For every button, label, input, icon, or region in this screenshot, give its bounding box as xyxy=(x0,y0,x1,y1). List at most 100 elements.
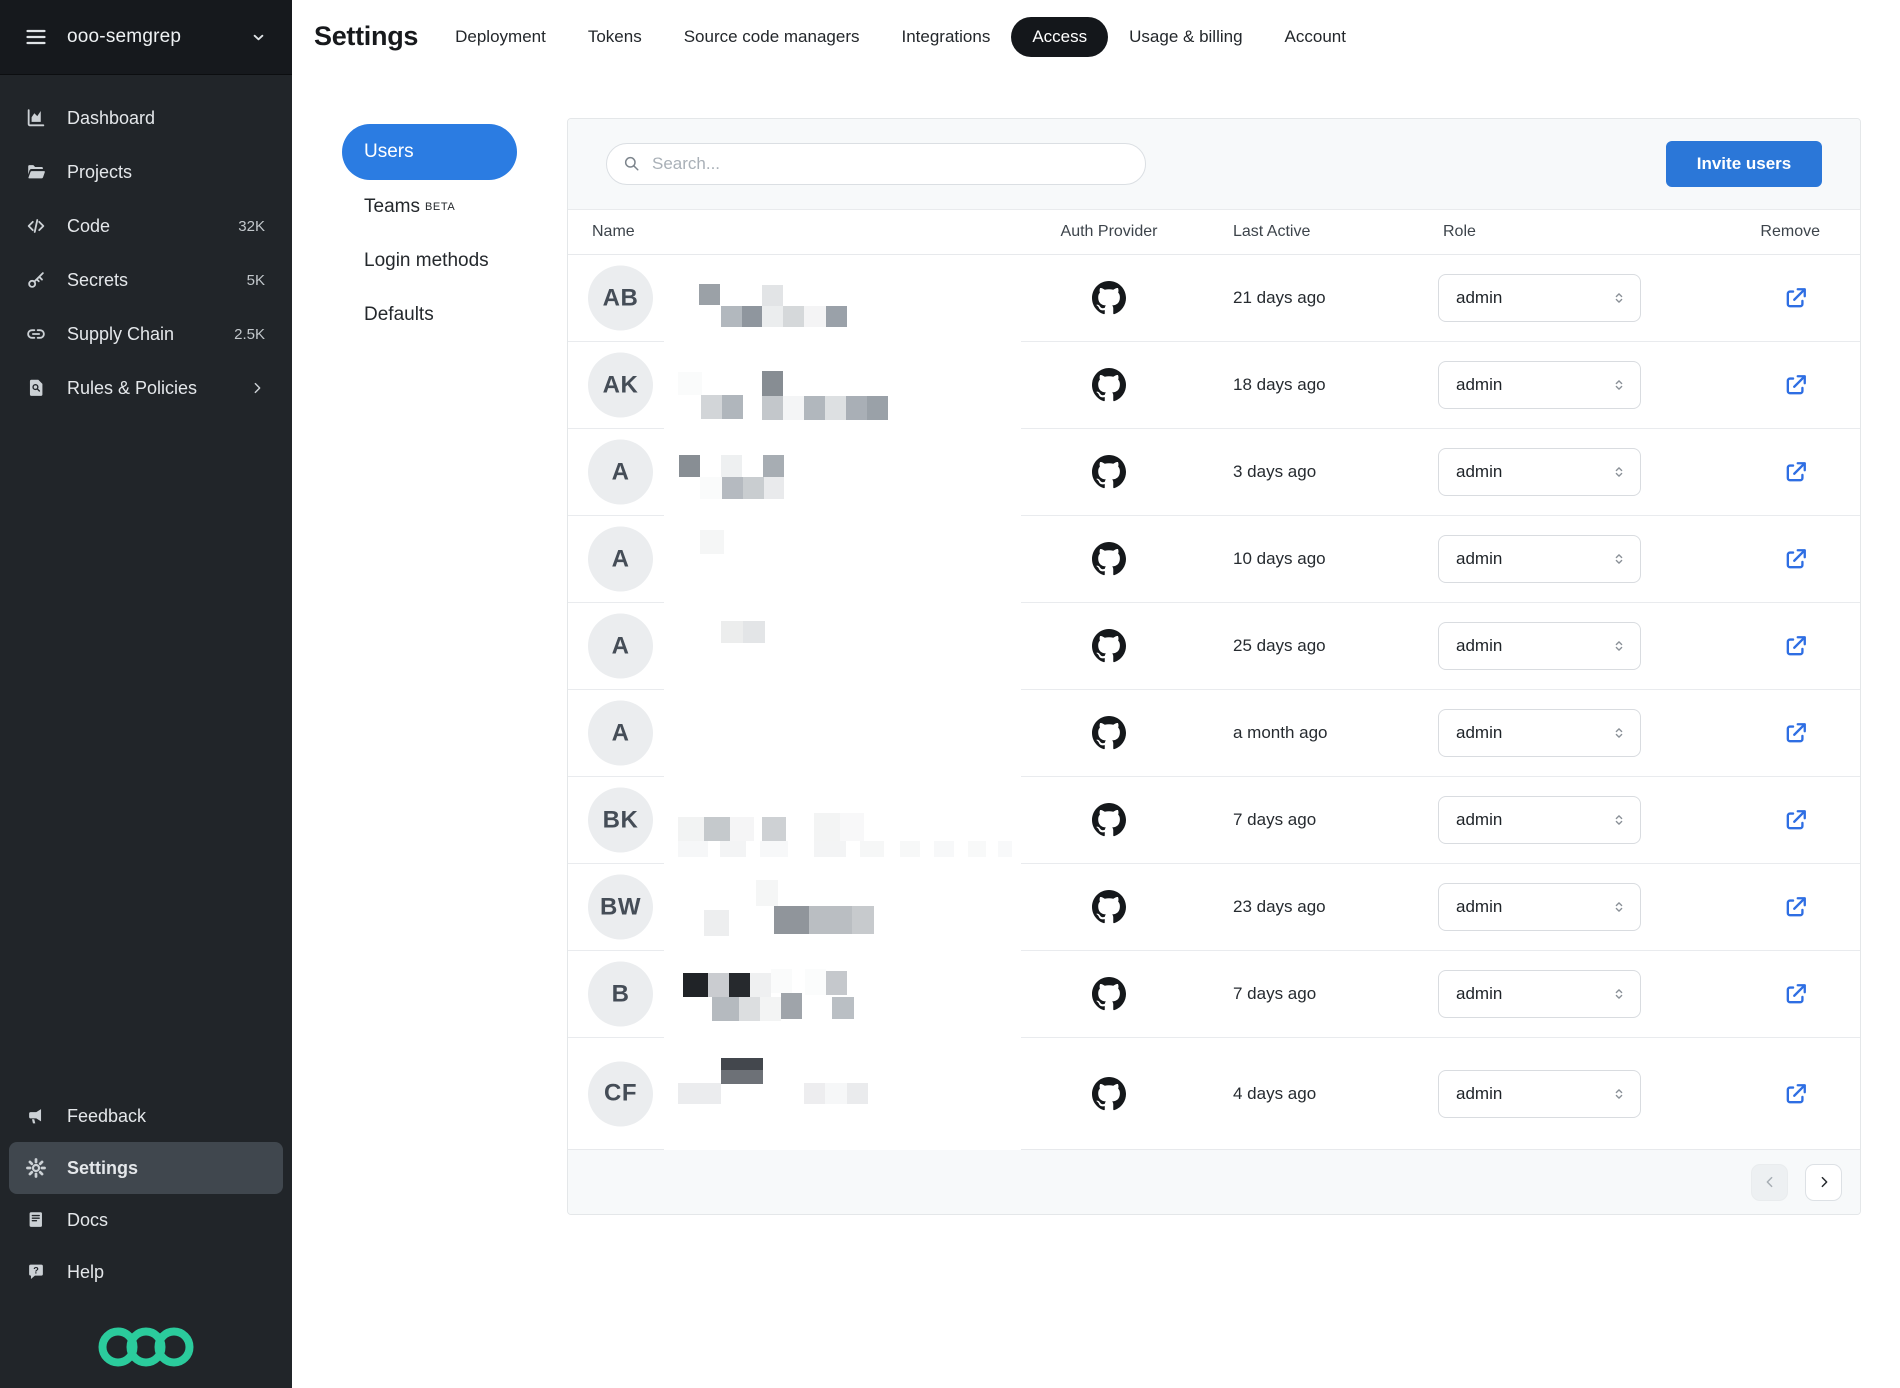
avatar: A xyxy=(588,527,653,592)
avatar: A xyxy=(588,701,653,766)
role-select[interactable]: admin xyxy=(1438,970,1641,1018)
github-icon xyxy=(1092,803,1126,837)
avatar: AK xyxy=(588,353,653,418)
redacted-user-name xyxy=(664,1038,1021,1150)
search-box[interactable] xyxy=(606,143,1146,185)
tab-account[interactable]: Account xyxy=(1264,17,1367,57)
role-select[interactable]: admin xyxy=(1438,622,1641,670)
avatar: A xyxy=(588,440,653,505)
sidebar-item-projects[interactable]: Projects xyxy=(0,145,292,199)
sidebar: ooo-semgrep Dashboard Projects Code 32K … xyxy=(0,0,292,1388)
sidebar-item-docs[interactable]: Docs xyxy=(0,1194,292,1246)
menu-icon[interactable] xyxy=(24,25,48,49)
subnav-item-defaults[interactable]: Defaults xyxy=(342,288,517,342)
role-select[interactable]: admin xyxy=(1438,1070,1641,1118)
role-select[interactable]: admin xyxy=(1438,796,1641,844)
remove-user-button[interactable] xyxy=(1780,891,1812,923)
avatar: B xyxy=(588,962,653,1027)
tab-label: Tokens xyxy=(588,27,642,46)
column-header-last-active: Last Active xyxy=(1233,223,1310,241)
tab-label: Access xyxy=(1032,27,1087,46)
role-select[interactable]: admin xyxy=(1438,361,1641,409)
role-select[interactable]: admin xyxy=(1438,883,1641,931)
role-select[interactable]: admin xyxy=(1438,535,1641,583)
remove-user-button[interactable] xyxy=(1780,282,1812,314)
sidebar-item-icon xyxy=(25,107,47,129)
chevron-right-icon xyxy=(249,380,265,396)
sidebar-item-label: Code xyxy=(67,216,110,237)
role-select[interactable]: admin xyxy=(1438,448,1641,496)
tab-source-code-managers[interactable]: Source code managers xyxy=(663,17,881,57)
last-active-value: 3 days ago xyxy=(1233,462,1316,482)
main-body: Users Teams BETA Login methods Defaults … xyxy=(292,73,1900,1388)
sidebar-item-dashboard[interactable]: Dashboard xyxy=(0,91,292,145)
redacted-user-name xyxy=(664,429,1021,516)
remove-user-button[interactable] xyxy=(1780,717,1812,749)
github-icon xyxy=(1092,629,1126,663)
role-select[interactable]: admin xyxy=(1438,709,1641,757)
external-link-icon xyxy=(1782,371,1810,399)
sidebar-item-supply-chain[interactable]: Supply Chain 2.5K xyxy=(0,307,292,361)
select-chevrons-icon xyxy=(1610,289,1628,307)
role-select[interactable]: admin xyxy=(1438,274,1641,322)
tab-label: Integrations xyxy=(902,27,991,46)
remove-user-button[interactable] xyxy=(1780,543,1812,575)
sidebar-item-help[interactable]: Help xyxy=(0,1246,292,1298)
chevron-down-icon xyxy=(250,29,267,46)
subnav-item-teams[interactable]: Teams BETA xyxy=(342,180,517,234)
pagination-prev-button[interactable] xyxy=(1751,1164,1788,1201)
tab-tokens[interactable]: Tokens xyxy=(567,17,663,57)
role-value: admin xyxy=(1456,810,1502,830)
sidebar-item-icon xyxy=(25,215,47,237)
avatar: AB xyxy=(588,266,653,331)
sidebar-item-label: Projects xyxy=(67,162,132,183)
role-value: admin xyxy=(1456,636,1502,656)
settings-subnav: Users Teams BETA Login methods Defaults xyxy=(292,118,567,342)
remove-user-button[interactable] xyxy=(1780,630,1812,662)
sidebar-item-feedback[interactable]: Feedback xyxy=(0,1090,292,1142)
sidebar-item-count: 2.5K xyxy=(234,326,265,343)
tab-label: Account xyxy=(1285,27,1346,46)
tab-access[interactable]: Access xyxy=(1011,17,1108,57)
external-link-icon xyxy=(1782,284,1810,312)
sidebar-item-code[interactable]: Code 32K xyxy=(0,199,292,253)
org-switcher[interactable]: ooo-semgrep xyxy=(0,0,292,75)
remove-user-button[interactable] xyxy=(1780,369,1812,401)
role-value: admin xyxy=(1456,549,1502,569)
search-input[interactable] xyxy=(652,154,1130,174)
sidebar-item-rules-policies[interactable]: Rules & Policies xyxy=(0,361,292,415)
remove-user-button[interactable] xyxy=(1780,1078,1812,1110)
remove-user-button[interactable] xyxy=(1780,456,1812,488)
github-icon xyxy=(1092,1077,1126,1111)
remove-user-button[interactable] xyxy=(1780,978,1812,1010)
sidebar-item-count: 5K xyxy=(247,272,265,289)
avatar-initials: A xyxy=(612,632,630,660)
role-value: admin xyxy=(1456,984,1502,1004)
last-active-value: 7 days ago xyxy=(1233,984,1316,1004)
invite-users-button[interactable]: Invite users xyxy=(1666,141,1822,187)
sidebar-item-secrets[interactable]: Secrets 5K xyxy=(0,253,292,307)
select-chevrons-icon xyxy=(1610,637,1628,655)
external-link-icon xyxy=(1782,719,1810,747)
avatar-initials: AK xyxy=(603,371,639,399)
table-row: AB 21 days ago admin xyxy=(568,255,1860,342)
github-icon xyxy=(1092,977,1126,1011)
sidebar-item-label: Help xyxy=(67,1262,104,1283)
subnav-item-login-methods[interactable]: Login methods xyxy=(342,234,517,288)
tab-deployment[interactable]: Deployment xyxy=(434,17,567,57)
table-row: BK 7 days ago admin xyxy=(568,777,1860,864)
sidebar-item-count: 32K xyxy=(238,218,265,235)
last-active-value: 18 days ago xyxy=(1233,375,1326,395)
redacted-user-name xyxy=(664,864,1021,951)
remove-user-button[interactable] xyxy=(1780,804,1812,836)
subnav-item-users[interactable]: Users xyxy=(342,124,517,180)
avatar: A xyxy=(588,614,653,679)
sidebar-item-label: Feedback xyxy=(67,1106,146,1127)
tab-integrations[interactable]: Integrations xyxy=(881,17,1012,57)
avatar-initials: A xyxy=(612,458,630,486)
pagination-next-button[interactable] xyxy=(1805,1164,1842,1201)
github-icon xyxy=(1092,890,1126,924)
tab-usage-billing[interactable]: Usage & billing xyxy=(1108,17,1263,57)
sidebar-item-settings[interactable]: Settings xyxy=(9,1142,283,1194)
panel-header: Invite users xyxy=(568,119,1860,210)
